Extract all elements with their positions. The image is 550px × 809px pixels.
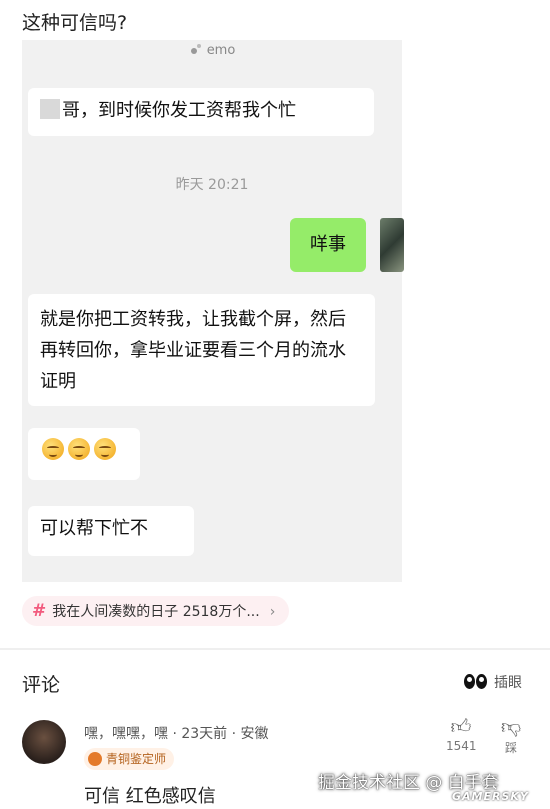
like-button[interactable]: 👍︎ 1541: [446, 714, 477, 753]
topic-tag[interactable]: # 我在人间凑数的日子 2518万个... ›: [22, 596, 290, 626]
insert-eye-label: 插眼: [494, 675, 522, 691]
grimace-emoji-icon: [68, 438, 90, 460]
chat-screenshot: emo 哥，到时候你发工资帮我个忙 昨天 20:21 咩事 就是你把工资转我，让…: [22, 40, 404, 582]
emo-icon: [190, 44, 201, 54]
message-text: 可以帮下忙不: [40, 518, 148, 539]
status-badge: 青铜鉴定师: [84, 748, 175, 770]
chevron-right-icon: ›: [269, 604, 276, 620]
message-text: 咩事: [310, 234, 346, 255]
avatar: [380, 218, 404, 272]
divider: [0, 648, 550, 650]
chat-header: emo: [22, 42, 402, 58]
comment-text: 可信 红色感叹信: [84, 786, 216, 807]
message-text: 就是你把工资转我，让我截个屏，然后再转回你，拿毕业证要看三个月的流水证明: [40, 309, 346, 392]
comment-meta[interactable]: 嘿，嘿嘿，嘿 · 23天前 · 安徽: [84, 723, 269, 743]
message-bubble-outgoing: 咩事: [290, 218, 366, 272]
message-timestamp: 昨天 20:21: [175, 177, 249, 193]
hash-icon: #: [32, 601, 47, 621]
like-count: 1541: [446, 739, 477, 753]
avatar[interactable]: [22, 720, 66, 764]
topic-label: 我在人间凑数的日子 2518万个...: [52, 604, 260, 620]
eyes-icon: [464, 674, 488, 690]
watermark-brand: GAMERSKY: [452, 790, 529, 803]
badge-label: 青铜鉴定师: [106, 752, 167, 766]
grimace-emoji-icon: [94, 438, 116, 460]
dislike-button[interactable]: 👎︎ 踩: [496, 714, 526, 756]
blurred-name: [40, 99, 60, 119]
post-question: 这种可信吗?: [22, 12, 128, 34]
grimace-emoji-icon: [42, 438, 64, 460]
chat-header-label: emo: [206, 43, 236, 58]
comments-title: 评论: [22, 674, 61, 696]
insert-eye-button[interactable]: 插眼: [464, 672, 522, 692]
message-bubble-incoming: 哥，到时候你发工资帮我个忙: [28, 88, 374, 136]
message-bubble-incoming: 可以帮下忙不: [28, 506, 194, 556]
medal-icon: [88, 752, 102, 766]
dislike-label: 踩: [504, 741, 517, 755]
thumbs-down-icon: 👎︎: [500, 714, 522, 738]
message-text: 哥，到时候你发工资帮我个忙: [62, 100, 296, 121]
message-bubble-incoming: 就是你把工资转我，让我截个屏，然后再转回你，拿毕业证要看三个月的流水证明: [28, 294, 375, 406]
message-bubble-emoji: [28, 428, 140, 480]
thumbs-up-icon: 👍︎: [450, 714, 472, 738]
